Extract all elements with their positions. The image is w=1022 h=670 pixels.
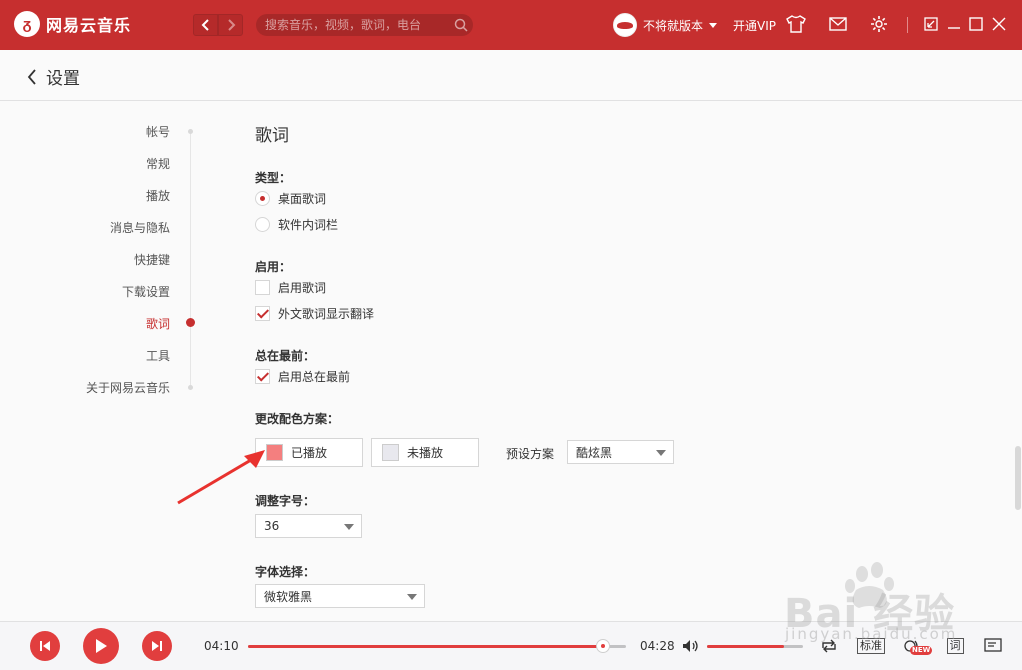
font-face-value: 微软雅黑 xyxy=(264,589,313,604)
volume-icon[interactable] xyxy=(682,635,700,657)
font-face-label: 字体选择： xyxy=(255,565,316,579)
chevron-down-icon[interactable] xyxy=(709,22,718,28)
settings-sidebar: 帐号 常规 播放 消息与隐私 快捷键 下载设置 歌词 工具 关于网易云音乐 xyxy=(0,101,200,621)
scrollbar[interactable] xyxy=(1012,101,1022,621)
watermark-url: jingyan.baidu.com xyxy=(785,625,958,643)
always-on-top-checkbox[interactable]: 启用总在最前 xyxy=(255,368,350,385)
show-translation-label: 外文歌词显示翻译 xyxy=(278,307,375,321)
font-face-select[interactable]: 微软雅黑 xyxy=(255,584,425,608)
forward-nav-button[interactable] xyxy=(218,14,243,36)
unplayed-color-label: 未播放 xyxy=(407,446,444,460)
in-app-lyrics-label: 软件内词栏 xyxy=(278,218,339,232)
sidebar-item-account[interactable]: 帐号 xyxy=(146,123,170,140)
current-time: 04:10 xyxy=(204,639,239,653)
sidebar-item-lyrics[interactable]: 歌词 xyxy=(146,315,170,332)
enable-lyrics-label: 启用歌词 xyxy=(278,281,327,295)
type-label: 类型： xyxy=(255,171,292,185)
maximize-icon[interactable] xyxy=(966,14,986,34)
next-button[interactable] xyxy=(142,631,172,661)
show-translation-checkbox[interactable]: 外文歌词显示翻译 xyxy=(255,305,374,322)
username[interactable]: 不将就版本 xyxy=(643,17,703,34)
skin-icon[interactable] xyxy=(786,14,806,34)
total-time: 04:28 xyxy=(640,639,675,653)
radio-checked[interactable] xyxy=(255,191,270,206)
unplayed-color-swatch xyxy=(382,444,399,461)
sidebar-dot xyxy=(188,129,193,134)
play-icon xyxy=(96,639,107,653)
sidebar-item-playback[interactable]: 播放 xyxy=(146,187,170,204)
lyrics-settings-panel: 歌词 类型： 桌面歌词 软件内词栏 启用： 启用歌词 外文歌词显示翻译 总在最前… xyxy=(255,101,995,621)
section-title: 歌词 xyxy=(255,126,289,146)
mini-mode-icon[interactable] xyxy=(921,14,941,34)
previous-button[interactable] xyxy=(30,631,60,661)
app-logo[interactable]: ᵹ 网易云音乐 xyxy=(14,11,131,37)
checkbox-unchecked[interactable] xyxy=(255,280,270,295)
sidebar-active-dot xyxy=(186,318,195,327)
chevron-down-icon[interactable] xyxy=(344,524,354,530)
netease-music-icon: ᵹ xyxy=(14,11,40,37)
chevron-left-icon xyxy=(201,19,209,31)
progress-knob[interactable] xyxy=(596,639,611,653)
checkbox-checked[interactable] xyxy=(255,306,270,321)
sidebar-item-tools[interactable]: 工具 xyxy=(146,347,170,364)
chevron-down-icon[interactable] xyxy=(407,594,417,600)
volume-fill xyxy=(707,645,784,648)
sidebar-item-general[interactable]: 常规 xyxy=(146,155,170,172)
radio-unchecked[interactable] xyxy=(255,217,270,232)
back-button[interactable]: 设置 xyxy=(26,64,80,89)
enable-label: 启用： xyxy=(255,260,292,274)
minimize-icon[interactable] xyxy=(944,14,964,34)
app-name: 网易云音乐 xyxy=(46,16,132,35)
search-box xyxy=(256,14,473,36)
search-icon[interactable] xyxy=(449,18,473,32)
settings-header: 设置 xyxy=(0,50,1022,101)
play-button[interactable] xyxy=(83,628,119,664)
font-size-select[interactable]: 36 xyxy=(255,514,362,538)
in-app-lyrics-radio[interactable]: 软件内词栏 xyxy=(255,216,338,233)
preset-scheme-value: 酷炫黑 xyxy=(576,445,613,460)
font-size-value: 36 xyxy=(264,519,280,533)
chevron-left-icon[interactable] xyxy=(26,68,38,86)
played-color-label: 已播放 xyxy=(291,446,328,460)
sidebar-item-shortcuts[interactable]: 快捷键 xyxy=(134,251,170,268)
always-on-top-label: 总在最前： xyxy=(255,349,316,363)
playlist-icon[interactable] xyxy=(983,635,1003,657)
title-bar: ᵹ 网易云音乐 不将就版本 开通VIP xyxy=(0,0,1022,50)
always-on-top-option-label: 启用总在最前 xyxy=(278,370,351,384)
unplayed-color-button[interactable]: 未播放 xyxy=(371,438,479,467)
chevron-right-icon xyxy=(227,19,235,31)
progress-fill xyxy=(248,645,604,648)
previous-icon xyxy=(40,641,50,651)
open-vip-link[interactable]: 开通VIP xyxy=(733,17,776,34)
user-menu[interactable]: 不将就版本 xyxy=(613,13,718,37)
scrollbar-thumb[interactable] xyxy=(1015,446,1021,510)
chevron-down-icon[interactable] xyxy=(656,450,666,456)
avatar[interactable] xyxy=(613,13,637,37)
progress-slider[interactable] xyxy=(248,639,626,653)
search-input[interactable] xyxy=(265,18,449,32)
topbar-divider xyxy=(907,17,908,33)
history-nav xyxy=(193,14,243,36)
sidebar-item-about[interactable]: 关于网易云音乐 xyxy=(86,379,170,396)
page-title: 设置 xyxy=(46,69,80,89)
color-scheme-label: 更改配色方案： xyxy=(255,412,340,426)
sidebar-item-privacy[interactable]: 消息与隐私 xyxy=(110,219,170,236)
sidebar-rail xyxy=(190,131,191,387)
sidebar-item-download[interactable]: 下载设置 xyxy=(122,283,170,300)
enable-lyrics-checkbox[interactable]: 启用歌词 xyxy=(255,279,326,296)
sidebar-dot xyxy=(188,385,193,390)
desktop-lyrics-label: 桌面歌词 xyxy=(278,192,327,206)
volume-slider[interactable] xyxy=(707,645,803,648)
annotation-arrow-icon xyxy=(177,450,265,505)
mail-icon[interactable] xyxy=(828,14,848,34)
back-nav-button[interactable] xyxy=(193,14,218,36)
preset-scheme-label: 预设方案 xyxy=(506,447,555,461)
checkbox-checked[interactable] xyxy=(255,369,270,384)
preset-scheme-select[interactable]: 酷炫黑 xyxy=(567,440,674,464)
desktop-lyrics-radio[interactable]: 桌面歌词 xyxy=(255,190,326,207)
new-badge: NEW xyxy=(910,646,933,655)
gear-icon[interactable] xyxy=(869,14,889,34)
next-icon xyxy=(152,641,162,651)
close-icon[interactable] xyxy=(989,14,1009,34)
